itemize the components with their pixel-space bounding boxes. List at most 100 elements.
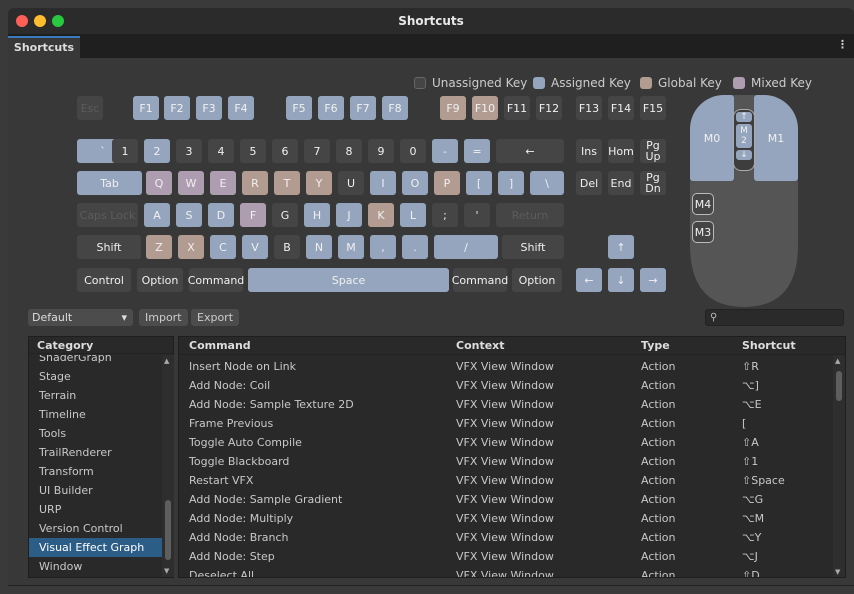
- key-number-row-9[interactable]: 9: [368, 139, 394, 163]
- key-home-row-6[interactable]: H: [304, 203, 330, 227]
- table-row[interactable]: Toggle Auto Compile VFX View Window Action…: [179, 433, 834, 452]
- category-item[interactable]: Transform: [29, 462, 162, 481]
- down-arrow-key-icon[interactable]: ↓: [608, 268, 634, 292]
- key-shift-row-10[interactable]: /: [434, 235, 498, 259]
- key-home-row-10[interactable]: ;: [432, 203, 458, 227]
- key-control[interactable]: Control: [77, 268, 131, 292]
- wheel-down-arrow-icon[interactable]: ↓: [736, 150, 752, 160]
- key-qwerty-row-12[interactable]: ]: [498, 171, 524, 195]
- key-home-row-1[interactable]: A: [144, 203, 170, 227]
- mouse-button-m0[interactable]: M0: [690, 95, 734, 181]
- key-command-right[interactable]: Command: [452, 268, 508, 292]
- key-shift-row-0[interactable]: Shift: [77, 235, 141, 259]
- mouse-button-m1[interactable]: M1: [754, 95, 798, 181]
- key-shift-row-7[interactable]: M: [338, 235, 364, 259]
- key-home-row-9[interactable]: L: [400, 203, 426, 227]
- key-home-row-0[interactable]: Caps Lock: [77, 203, 138, 227]
- key-home-row-4[interactable]: F: [240, 203, 266, 227]
- key-qwerty-row-4[interactable]: R: [242, 171, 268, 195]
- kebab-menu-icon[interactable]: ⋮: [837, 38, 848, 51]
- key-fn-row-11[interactable]: F11: [504, 96, 530, 120]
- table-row[interactable]: Add Node: Coil VFX View Window Action ⌥]: [179, 376, 834, 395]
- category-item[interactable]: Window: [29, 557, 162, 576]
- category-item[interactable]: Stage: [29, 367, 162, 386]
- wheel-up-arrow-icon[interactable]: ↑: [736, 112, 752, 122]
- key-nav-bottom-0[interactable]: Del: [576, 171, 602, 195]
- key-shift-row-6[interactable]: N: [306, 235, 332, 259]
- key-number-row-7[interactable]: 7: [304, 139, 330, 163]
- key-fn-row-3[interactable]: F3: [196, 96, 222, 120]
- category-scroll-thumb[interactable]: [165, 500, 171, 560]
- key-fn-row-9[interactable]: F9: [440, 96, 466, 120]
- key-fn-row-4[interactable]: F4: [228, 96, 254, 120]
- key-home-row-11[interactable]: ': [464, 203, 490, 227]
- category-item[interactable]: ShaderGraph: [29, 355, 162, 366]
- table-row[interactable]: Restart VFX VFX View Window Action ⇧Space: [179, 471, 834, 490]
- table-row[interactable]: Frame Previous VFX View Window Action [: [179, 414, 834, 433]
- key-fn-row-1[interactable]: F1: [133, 96, 159, 120]
- key-shift-row-9[interactable]: .: [402, 235, 428, 259]
- key-space[interactable]: Space: [248, 268, 449, 292]
- key-command[interactable]: Command: [188, 268, 244, 292]
- key-number-row-3[interactable]: 3: [176, 139, 202, 163]
- column-header-command[interactable]: Command: [189, 337, 251, 354]
- key-home-row-7[interactable]: J: [336, 203, 362, 227]
- key-nav-bottom-1[interactable]: End: [608, 171, 634, 195]
- key-home-row-3[interactable]: D: [208, 203, 234, 227]
- key-number-row-1[interactable]: 1: [112, 139, 138, 163]
- table-row[interactable]: Deselect All VFX View Window Action ⇧D: [179, 566, 834, 577]
- table-row[interactable]: Add Node: Multiply VFX View Window Action ⌥…: [179, 509, 834, 528]
- column-header-type[interactable]: Type: [641, 337, 670, 354]
- key-fn-row-7[interactable]: F7: [350, 96, 376, 120]
- key-qwerty-row-6[interactable]: Y: [306, 171, 332, 195]
- category-item[interactable]: Tools: [29, 424, 162, 443]
- category-item[interactable]: TrailRenderer: [29, 443, 162, 462]
- category-scrollbar[interactable]: ▲ ▼: [162, 355, 174, 577]
- key-home-row-12[interactable]: Return: [496, 203, 564, 227]
- key-shift-row-4[interactable]: V: [242, 235, 268, 259]
- key-number-row-11[interactable]: -: [432, 139, 458, 163]
- key-fn-row-2[interactable]: F2: [164, 96, 190, 120]
- key-nav-bottom-2[interactable]: Pg Dn: [640, 171, 666, 195]
- key-shift-row-3[interactable]: C: [210, 235, 236, 259]
- search-input[interactable]: ⚲: [705, 309, 844, 326]
- scroll-down-arrow-icon[interactable]: ▼: [164, 567, 169, 575]
- scroll-up-arrow-icon[interactable]: ▲: [835, 357, 840, 365]
- key-fn-row-6[interactable]: F6: [318, 96, 344, 120]
- key-shift-row-2[interactable]: X: [178, 235, 204, 259]
- key-qwerty-row-10[interactable]: P: [434, 171, 460, 195]
- key-shift-row-1[interactable]: Z: [146, 235, 172, 259]
- category-item[interactable]: URP: [29, 500, 162, 519]
- key-number-row-13[interactable]: ←: [496, 139, 564, 163]
- key-home-row-5[interactable]: G: [272, 203, 298, 227]
- key-option-right[interactable]: Option: [512, 268, 562, 292]
- key-fn-row-12[interactable]: F12: [536, 96, 562, 120]
- key-nav-top-1[interactable]: Hom: [608, 139, 634, 163]
- key-qwerty-row-7[interactable]: U: [338, 171, 364, 195]
- table-row[interactable]: Add Node: Sample Gradient VFX View Window…: [179, 490, 834, 509]
- key-home-row-8[interactable]: K: [368, 203, 394, 227]
- key-qwerty-row-9[interactable]: O: [402, 171, 428, 195]
- category-item[interactable]: Terrain: [29, 386, 162, 405]
- key-qwerty-row-8[interactable]: I: [370, 171, 396, 195]
- export-button[interactable]: Export: [191, 309, 240, 326]
- key-number-row-5[interactable]: 5: [240, 139, 266, 163]
- import-button[interactable]: Import: [139, 309, 188, 326]
- key-number-row-4[interactable]: 4: [208, 139, 234, 163]
- column-header-shortcut[interactable]: Shortcut: [742, 337, 796, 354]
- profile-dropdown[interactable]: Default ▾: [28, 309, 133, 326]
- key-nav-fn-2[interactable]: F15: [640, 96, 666, 120]
- key-nav-top-2[interactable]: Pg Up: [640, 139, 666, 163]
- table-row[interactable]: Add Node: Branch VFX View Window Action ⌥Y: [179, 528, 834, 547]
- table-row[interactable]: Insert Node on Link VFX View Window Action…: [179, 357, 834, 376]
- category-item[interactable]: Visual Effect Graph: [29, 538, 162, 557]
- key-qwerty-row-2[interactable]: W: [178, 171, 204, 195]
- key-number-row-2[interactable]: 2: [144, 139, 170, 163]
- key-qwerty-row-3[interactable]: E: [210, 171, 236, 195]
- table-row[interactable]: Toggle Blackboard VFX View Window Action ⇧1: [179, 452, 834, 471]
- table-scroll-thumb[interactable]: [836, 371, 842, 401]
- column-header-context[interactable]: Context: [456, 337, 505, 354]
- scroll-up-arrow-icon[interactable]: ▲: [164, 357, 169, 365]
- key-number-row-10[interactable]: 0: [400, 139, 426, 163]
- key-qwerty-row-1[interactable]: Q: [146, 171, 172, 195]
